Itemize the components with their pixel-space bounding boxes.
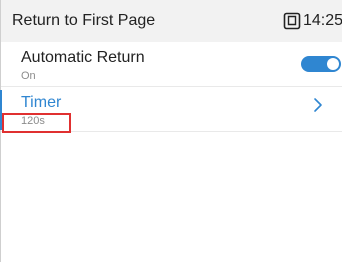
header-bar: Return to First Page 14:25 xyxy=(1,0,342,42)
automatic-return-label: Automatic Return xyxy=(21,49,145,66)
toggle-knob xyxy=(327,58,339,70)
clock-time: 14:25 xyxy=(302,12,342,29)
message-icon xyxy=(283,12,301,30)
automatic-return-value: On xyxy=(21,70,36,82)
automatic-return-toggle[interactable] xyxy=(301,56,341,72)
timer-label: Timer xyxy=(21,94,62,111)
status-area: 14:25 xyxy=(283,12,342,30)
automatic-return-row[interactable]: Automatic Return On xyxy=(1,42,342,87)
chevron-right-icon xyxy=(314,98,322,112)
highlight-box xyxy=(2,113,71,133)
page-title: Return to First Page xyxy=(12,12,156,29)
